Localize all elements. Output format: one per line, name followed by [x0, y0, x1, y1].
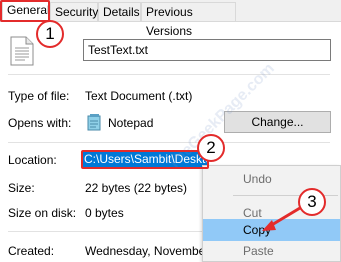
- notepad-icon: [86, 113, 102, 134]
- filename-input[interactable]: TestText.txt: [83, 39, 331, 61]
- tab-details[interactable]: Details: [98, 2, 141, 21]
- menu-item-undo[interactable]: Undo: [203, 168, 340, 190]
- type-of-file-value: Text Document (.txt): [85, 89, 193, 103]
- tab-security[interactable]: Security: [50, 2, 98, 21]
- change-button[interactable]: Change...: [224, 111, 331, 133]
- tab-previous-versions[interactable]: Previous Versions: [141, 2, 236, 38]
- size-label: Size:: [8, 181, 35, 195]
- size-on-disk-label: Size on disk:: [8, 206, 77, 220]
- type-of-file-label: Type of file:: [8, 89, 70, 103]
- general-tab-highlight: [0, 0, 50, 22]
- menu-item-paste[interactable]: Paste: [203, 240, 340, 262]
- step-3-badge: 3: [298, 188, 326, 216]
- created-label: Created:: [8, 244, 55, 258]
- opens-with-label: Opens with:: [8, 116, 72, 130]
- size-on-disk-value: 0 bytes: [85, 206, 124, 220]
- step-2-badge: 2: [197, 134, 225, 162]
- filename-value: TestText.txt: [88, 43, 149, 57]
- opens-with-value: Notepad: [108, 116, 154, 130]
- size-value: 22 bytes (22 bytes): [85, 181, 188, 195]
- location-label: Location:: [8, 153, 57, 167]
- step-1-badge: 1: [36, 20, 64, 48]
- divider: [8, 142, 330, 143]
- divider: [8, 74, 330, 75]
- location-highlight: [81, 150, 209, 169]
- text-file-icon: [10, 36, 34, 69]
